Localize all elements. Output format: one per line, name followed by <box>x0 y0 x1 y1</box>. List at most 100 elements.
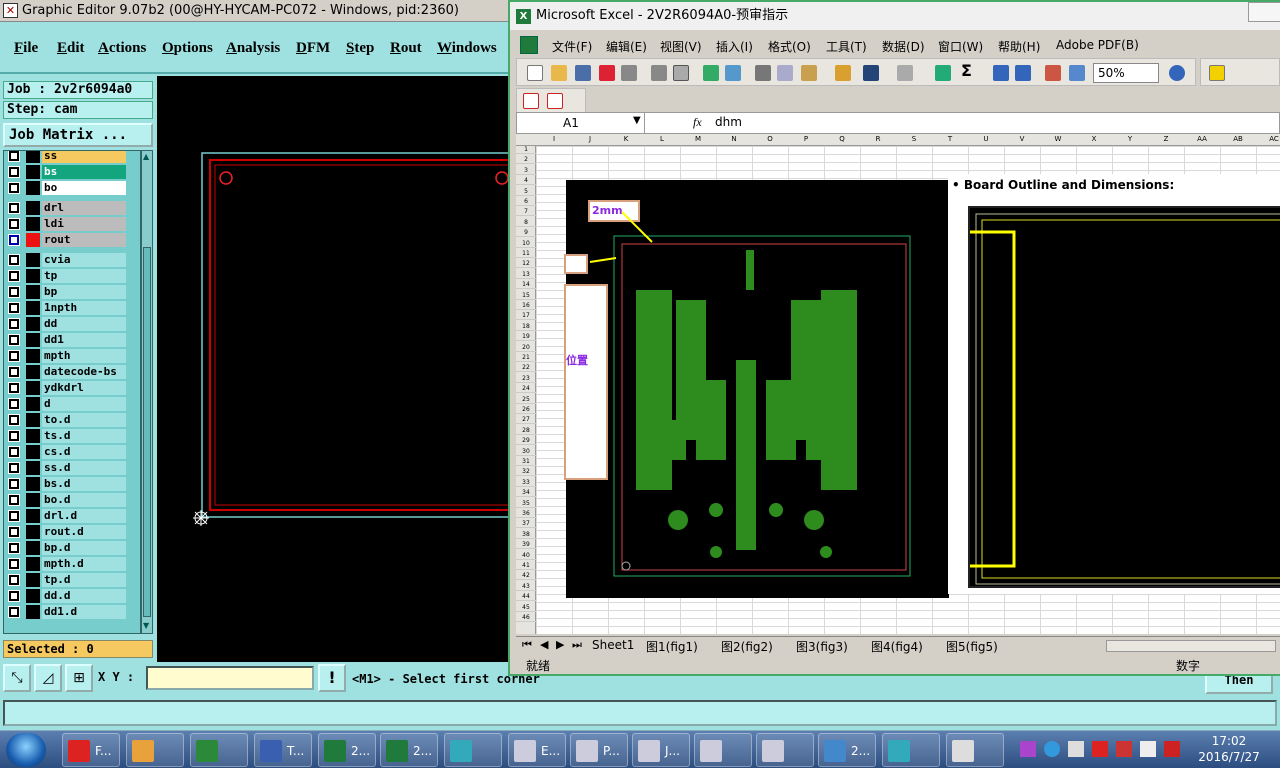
column-header[interactable]: U <box>968 135 1004 143</box>
layer-name[interactable]: cvia <box>42 253 126 267</box>
layer-color-swatch[interactable] <box>26 317 40 331</box>
layer-checkbox[interactable] <box>8 254 20 266</box>
tray-bird-icon[interactable] <box>1044 741 1060 757</box>
layer-checkbox[interactable] <box>8 218 20 230</box>
fill-color-icon[interactable] <box>1209 65 1225 81</box>
scroll-down-icon[interactable]: ▼ <box>143 621 151 631</box>
row-header[interactable]: 22 <box>516 364 536 373</box>
worksheet-grid[interactable]: I J K L M N O P Q R S T U V W X Y Z AA AB AC 1 2 3 4 5 6 7 8 9 10 11 12… <box>516 134 1280 634</box>
row-header[interactable]: 32 <box>516 468 536 477</box>
taskbar-button[interactable] <box>694 733 752 767</box>
start-button[interactable] <box>6 733 46 767</box>
formula-value[interactable]: dhm <box>715 115 742 129</box>
new-icon[interactable] <box>527 65 543 81</box>
annotation-position[interactable]: 位置 <box>564 284 608 480</box>
layer-row[interactable]: ydkdrl <box>6 381 126 395</box>
layer-row[interactable]: rout <box>6 233 126 247</box>
column-header[interactable]: L <box>644 135 680 143</box>
column-header[interactable]: AC <box>1256 135 1280 143</box>
cell-area[interactable]: 2mm 位置 • Board Outline and Dimensions: <box>536 146 1280 634</box>
menu-help-cn[interactable]: 帮助(H) <box>998 38 1040 55</box>
taskbar-button[interactable]: E... <box>508 733 566 767</box>
layer-checkbox[interactable] <box>8 558 20 570</box>
layer-name[interactable]: drl <box>42 201 126 215</box>
column-header[interactable]: W <box>1040 135 1076 143</box>
layer-name[interactable]: bp <box>42 285 126 299</box>
sheet-tab-fig1[interactable]: 图1(fig1) <box>646 638 698 655</box>
row-header[interactable]: 13 <box>516 271 536 279</box>
layer-row[interactable]: ts.d <box>6 429 126 443</box>
layer-checkbox[interactable] <box>8 270 20 282</box>
layer-checkbox[interactable] <box>8 462 20 474</box>
row-header[interactable]: 8 <box>516 219 536 227</box>
tray-network-error-icon[interactable] <box>1164 741 1180 757</box>
layer-row[interactable]: mpth.d <box>6 557 126 571</box>
layer-color-swatch[interactable] <box>26 365 40 379</box>
sheet-nav-last-icon[interactable]: ⏭ <box>572 638 582 652</box>
layer-color-swatch[interactable] <box>26 285 40 299</box>
layer-color-swatch[interactable] <box>26 589 40 603</box>
row-header[interactable]: 17 <box>516 312 536 321</box>
row-header[interactable]: 37 <box>516 520 536 529</box>
job-matrix-button[interactable]: Job Matrix ... <box>3 123 153 147</box>
taskbar-button[interactable] <box>882 733 940 767</box>
alert-icon[interactable]: ! <box>318 664 346 692</box>
layer-row[interactable]: tp.d <box>6 573 126 587</box>
layer-color-swatch[interactable] <box>26 397 40 411</box>
open-icon[interactable] <box>551 65 567 81</box>
row-header[interactable]: 28 <box>516 427 536 435</box>
tray-security-icon[interactable] <box>1092 741 1108 757</box>
row-header[interactable]: 27 <box>516 416 536 425</box>
column-header[interactable]: P <box>788 135 824 143</box>
layer-color-swatch[interactable] <box>26 493 40 507</box>
column-header[interactable]: S <box>896 135 932 143</box>
research-icon[interactable] <box>725 65 741 81</box>
layer-color-swatch[interactable] <box>26 217 40 231</box>
layer-name[interactable]: d <box>42 397 126 411</box>
layer-name[interactable]: to.d <box>42 413 126 427</box>
row-header[interactable]: 24 <box>516 385 536 394</box>
layer-color-swatch[interactable] <box>26 429 40 443</box>
layer-row[interactable]: 1npth <box>6 301 126 315</box>
copy-icon[interactable] <box>777 65 793 81</box>
column-header[interactable]: T <box>932 135 968 143</box>
layer-color-swatch[interactable] <box>26 445 40 459</box>
xy-input[interactable] <box>146 666 314 690</box>
drawing-icon[interactable] <box>1069 65 1085 81</box>
print-icon[interactable] <box>621 65 637 81</box>
annotation-box[interactable] <box>564 254 588 274</box>
layer-checkbox[interactable] <box>8 334 20 346</box>
layer-color-swatch[interactable] <box>26 605 40 619</box>
layer-checkbox[interactable] <box>8 478 20 490</box>
column-header[interactable]: Q <box>824 135 860 143</box>
row-header[interactable]: 18 <box>516 323 536 331</box>
help-icon[interactable] <box>1169 65 1185 81</box>
layer-row[interactable]: bo <box>6 181 126 195</box>
layer-color-swatch[interactable] <box>26 461 40 475</box>
menu-edit-cn[interactable]: 编辑(E) <box>606 38 647 55</box>
row-header[interactable]: 44 <box>516 593 536 602</box>
layer-row[interactable]: ss.d <box>6 461 126 475</box>
menu-data-cn[interactable]: 数据(D) <box>882 38 925 55</box>
layer-row[interactable]: bo.d <box>6 493 126 507</box>
sheet-nav-first-icon[interactable]: ⏮ <box>522 638 532 652</box>
taskbar-button[interactable] <box>444 733 502 767</box>
menu-format-cn[interactable]: 格式(O) <box>768 38 811 55</box>
layer-row[interactable]: mpth <box>6 349 126 363</box>
layer-name[interactable]: mpth <box>42 349 126 363</box>
layer-color-swatch[interactable] <box>26 301 40 315</box>
layer-checkbox[interactable] <box>8 510 20 522</box>
menu-adobe-pdf[interactable]: Adobe PDF(B) <box>1056 38 1139 52</box>
row-header[interactable]: 36 <box>516 510 536 518</box>
sort-descending-icon[interactable] <box>1015 65 1031 81</box>
taskbar-button[interactable] <box>946 733 1004 767</box>
column-header[interactable]: J <box>572 135 608 143</box>
layer-checkbox[interactable] <box>8 590 20 602</box>
taskbar-button[interactable] <box>126 733 184 767</box>
redo-icon[interactable] <box>897 65 913 81</box>
tray-volume-icon[interactable] <box>1140 741 1156 757</box>
fx-icon[interactable]: fx <box>693 115 702 130</box>
layer-color-swatch[interactable] <box>26 233 40 247</box>
graphic-editor-status-field[interactable] <box>3 700 1277 726</box>
layer-color-swatch[interactable] <box>26 509 40 523</box>
